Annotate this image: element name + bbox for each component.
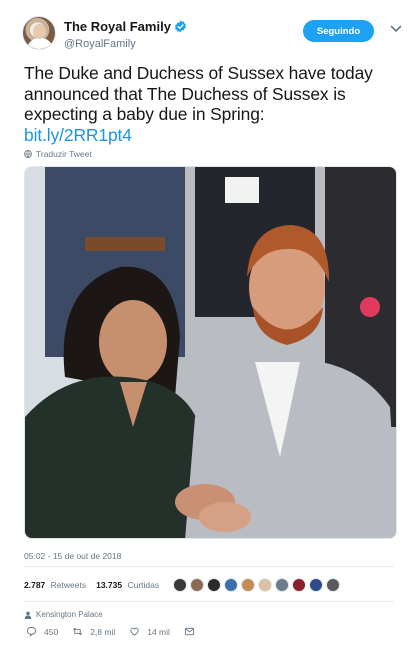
- likes-label: Curtidas: [127, 580, 160, 590]
- retweets-count: 2.787: [24, 580, 46, 590]
- liker-avatars: [173, 578, 343, 592]
- liker-avatar[interactable]: [275, 578, 290, 592]
- photo-illustration: [25, 167, 396, 538]
- liker-avatar[interactable]: [207, 578, 222, 592]
- tweet-body: The Duke and Duchess of Sussex have toda…: [24, 63, 373, 124]
- translate-label[interactable]: Traduzir Tweet: [36, 149, 92, 159]
- tweet-link[interactable]: bit.ly/2RR1pt4: [24, 125, 394, 146]
- retweets-label: Retweets: [50, 580, 87, 590]
- retweet-count: 2,8 mil: [90, 626, 116, 637]
- author-name-block: The Royal Family @RoyalFamily: [64, 18, 187, 50]
- reply-icon: [26, 626, 37, 637]
- likes-count: 13.735: [96, 580, 123, 590]
- retweet-icon: [73, 627, 83, 636]
- liker-avatar[interactable]: [190, 578, 205, 592]
- tweet-location[interactable]: Kensington Palace: [24, 610, 103, 619]
- tweet-photo[interactable]: [24, 166, 397, 539]
- author-display-name[interactable]: The Royal Family: [64, 19, 187, 34]
- heart-icon: [130, 627, 139, 636]
- tweet-timestamp[interactable]: 05:02 - 15 de out de 2018: [24, 551, 121, 561]
- direct-message-button[interactable]: [184, 626, 202, 637]
- reply-button[interactable]: 450: [26, 626, 58, 637]
- chevron-down-icon[interactable]: [390, 24, 402, 34]
- author-avatar[interactable]: [22, 16, 56, 50]
- retweets-stat[interactable]: 2.787 Retweets: [24, 580, 86, 590]
- liker-avatar[interactable]: [326, 578, 341, 592]
- action-bar: 450 2,8 mil 14 mil: [26, 626, 216, 637]
- reply-count: 450: [44, 626, 59, 637]
- person-icon: [24, 611, 32, 619]
- tweet-header: The Royal Family @RoyalFamily Seguindo: [22, 16, 402, 56]
- liker-avatar[interactable]: [173, 578, 188, 592]
- engagement-stats: 2.787 Retweets 13.735 Curtidas: [24, 575, 343, 595]
- liker-avatar[interactable]: [241, 578, 256, 592]
- avatar-face: [33, 24, 46, 39]
- translate-tweet[interactable]: Traduzir Tweet: [24, 149, 92, 159]
- like-button[interactable]: 14 mil: [129, 626, 170, 637]
- tweet-card: The Royal Family @RoyalFamily Seguindo T…: [0, 0, 418, 649]
- author-username[interactable]: @RoyalFamily: [64, 38, 187, 50]
- tweet-text: The Duke and Duchess of Sussex have toda…: [24, 63, 394, 145]
- location-label[interactable]: Kensington Palace: [36, 610, 103, 619]
- verified-badge-icon: [175, 20, 186, 33]
- following-button[interactable]: Seguindo: [303, 20, 374, 42]
- liker-avatar[interactable]: [309, 578, 324, 592]
- avatar-figure: [27, 38, 53, 49]
- liker-avatar[interactable]: [292, 578, 307, 592]
- liker-avatar[interactable]: [224, 578, 239, 592]
- divider: [24, 566, 394, 567]
- retweet-button[interactable]: 2,8 mil: [72, 626, 115, 637]
- liker-avatar[interactable]: [258, 578, 273, 592]
- like-count: 14 mil: [147, 626, 170, 637]
- likes-stat[interactable]: 13.735 Curtidas: [96, 580, 159, 590]
- divider: [24, 601, 394, 602]
- author-display-name-text[interactable]: The Royal Family: [64, 19, 171, 34]
- envelope-icon: [184, 627, 195, 636]
- globe-icon: [24, 150, 32, 158]
